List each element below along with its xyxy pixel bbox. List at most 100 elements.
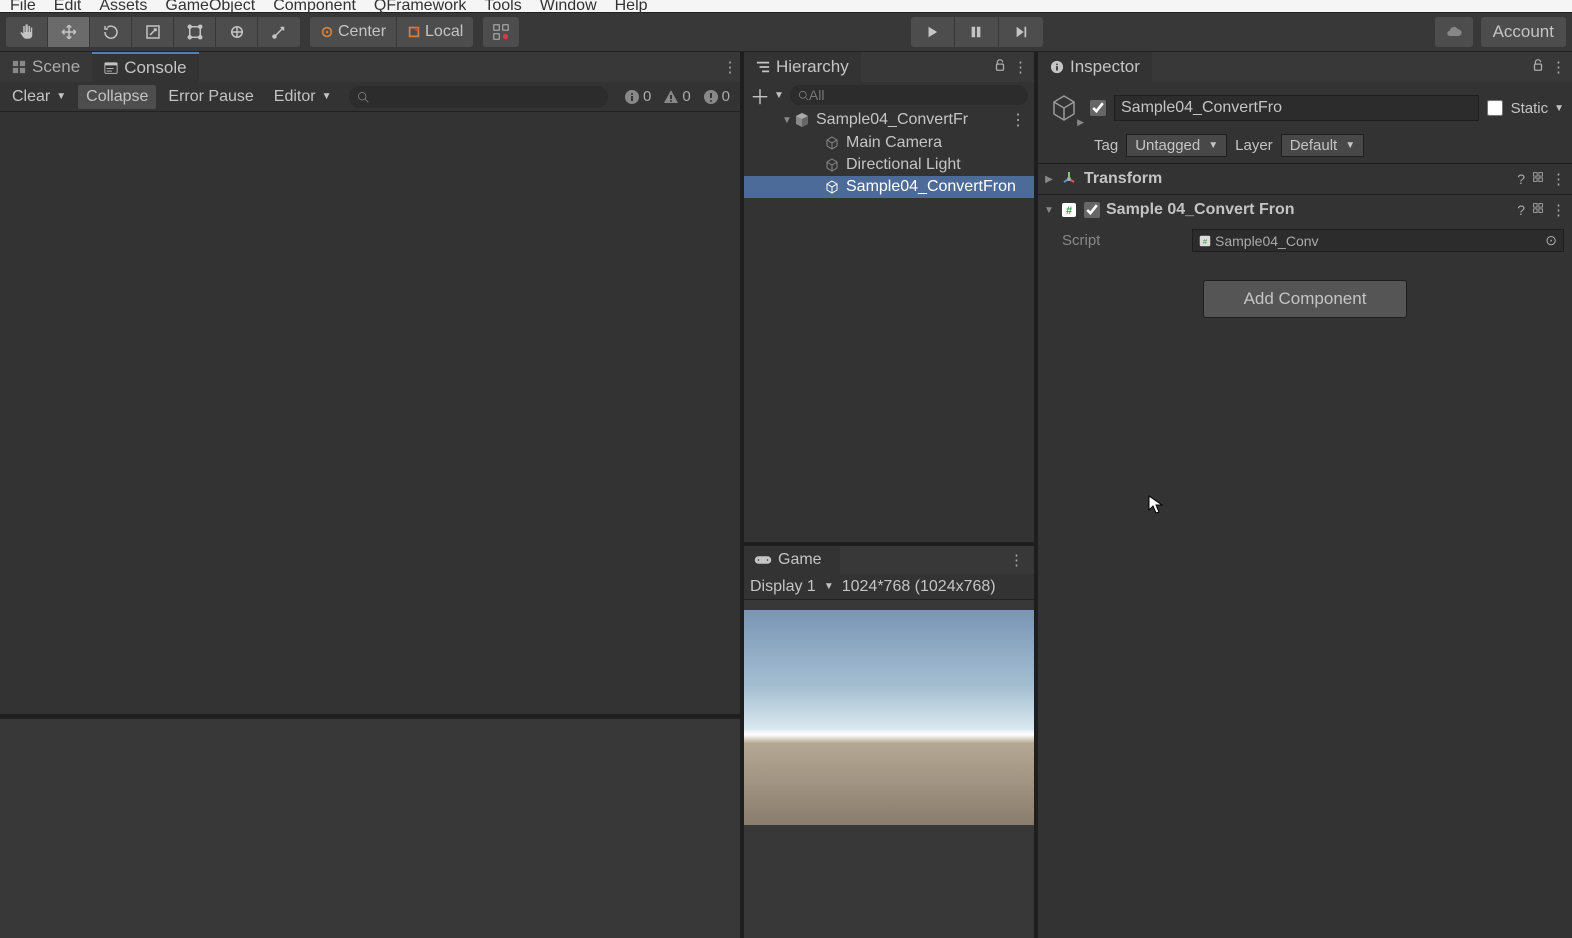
account-button[interactable]: Account bbox=[1481, 17, 1566, 47]
warn-count[interactable]: 0 bbox=[657, 88, 696, 105]
menu-window[interactable]: Window bbox=[540, 0, 597, 15]
tab-hierarchy[interactable]: Hierarchy bbox=[744, 52, 861, 82]
game-view bbox=[744, 600, 1034, 938]
scene-row[interactable]: ▼ Sample04_ConvertFr ⋮ bbox=[744, 108, 1034, 132]
hierarchy-item-camera[interactable]: Main Camera bbox=[744, 132, 1034, 154]
menu-gameobject[interactable]: GameObject bbox=[165, 0, 255, 15]
game-panel-menu[interactable]: ⋮ bbox=[1009, 551, 1034, 569]
collapse-button[interactable]: Collapse bbox=[78, 85, 156, 109]
gameobject-enabled-checkbox[interactable] bbox=[1090, 100, 1106, 116]
hierarchy-search-input[interactable] bbox=[809, 87, 1020, 103]
pause-button[interactable] bbox=[955, 17, 999, 47]
gameobject-icon bbox=[824, 179, 840, 195]
custom-tool[interactable] bbox=[258, 17, 300, 47]
foldout-icon[interactable]: ▼ bbox=[782, 115, 792, 126]
console-icon bbox=[104, 61, 118, 75]
display-dropdown[interactable]: Display 1▼ bbox=[750, 578, 834, 596]
script-enabled-checkbox[interactable] bbox=[1084, 202, 1100, 218]
component-menu[interactable]: ⋮ bbox=[1551, 170, 1566, 188]
snap-button[interactable] bbox=[483, 17, 519, 47]
play-controls bbox=[911, 17, 1043, 47]
cloud-button[interactable] bbox=[1435, 17, 1473, 47]
error-count[interactable]: 0 bbox=[697, 88, 736, 105]
preset-icon[interactable] bbox=[1531, 201, 1545, 219]
hierarchy-search[interactable] bbox=[790, 85, 1028, 105]
tab-console[interactable]: Console bbox=[92, 52, 198, 82]
panel-options[interactable]: ⋮ bbox=[720, 58, 740, 76]
hierarchy-panel: Hierarchy ⋮ ＋▼ ▼ Sample04_ConvertFr bbox=[744, 52, 1034, 542]
menu-file[interactable]: File bbox=[10, 0, 36, 15]
preset-icon[interactable] bbox=[1531, 170, 1545, 188]
foldout-icon[interactable]: ▼ bbox=[1044, 205, 1054, 216]
gamepad-icon bbox=[754, 554, 772, 566]
main-toolbar: Center Local Account bbox=[0, 12, 1572, 52]
hierarchy-item-sample[interactable]: Sample04_ConvertFron bbox=[744, 176, 1034, 198]
pivot-center-button[interactable]: Center bbox=[310, 17, 396, 47]
static-checkbox[interactable] bbox=[1487, 100, 1503, 116]
error-pause-button[interactable]: Error Pause bbox=[160, 85, 261, 109]
panel-menu[interactable]: ⋮ bbox=[1551, 58, 1566, 76]
info-icon bbox=[624, 89, 640, 105]
info-count[interactable]: 0 bbox=[618, 88, 657, 105]
console-body bbox=[0, 112, 740, 714]
editor-dropdown[interactable]: Editor▼ bbox=[266, 85, 340, 109]
hand-tool[interactable] bbox=[6, 17, 48, 47]
create-button[interactable]: ＋▼ bbox=[750, 81, 784, 110]
menu-edit[interactable]: Edit bbox=[54, 0, 82, 15]
object-picker-icon[interactable]: ⊙ bbox=[1545, 232, 1557, 249]
scene-icon bbox=[12, 60, 26, 74]
center-label: Center bbox=[338, 23, 386, 41]
hierarchy-item-light[interactable]: Directional Light bbox=[744, 154, 1034, 176]
scene-menu[interactable]: ⋮ bbox=[1010, 110, 1034, 130]
clear-button[interactable]: Clear▼ bbox=[4, 85, 74, 109]
foldout-icon[interactable]: ▶ bbox=[1044, 174, 1054, 185]
component-menu[interactable]: ⋮ bbox=[1551, 201, 1566, 219]
help-icon[interactable]: ? bbox=[1517, 171, 1525, 187]
resolution-dropdown[interactable]: 1024*768 (1024x768) bbox=[842, 578, 996, 596]
script-object-field[interactable]: # Sample04_Conv ⊙ bbox=[1192, 229, 1564, 252]
menu-component[interactable]: Component bbox=[273, 0, 356, 15]
search-icon bbox=[357, 91, 369, 103]
menu-qframework[interactable]: QFramework bbox=[374, 0, 466, 15]
scene-name: Sample04_ConvertFr bbox=[816, 111, 968, 129]
panel-menu[interactable]: ⋮ bbox=[1013, 58, 1028, 76]
tab-scene[interactable]: Scene bbox=[0, 52, 92, 82]
transform-tool[interactable] bbox=[216, 17, 258, 47]
cloud-icon bbox=[1444, 24, 1464, 40]
menu-tools[interactable]: Tools bbox=[484, 0, 521, 15]
tab-game[interactable]: Game bbox=[744, 546, 840, 574]
lock-icon[interactable] bbox=[1531, 58, 1545, 76]
script-component: ▼ # Sample 04_Convert Fron ? ⋮ Script # … bbox=[1038, 194, 1572, 260]
unity-scene-icon bbox=[794, 112, 810, 128]
local-label: Local bbox=[425, 23, 463, 41]
rect-tool[interactable] bbox=[174, 17, 216, 47]
tag-dropdown[interactable]: Untagged▼ bbox=[1126, 134, 1227, 157]
static-dropdown[interactable]: Static▼ bbox=[1511, 100, 1564, 117]
console-toolbar: Clear▼ Collapse Error Pause Editor▼ 0 0 bbox=[0, 82, 740, 112]
step-button[interactable] bbox=[999, 17, 1043, 47]
gameobject-large-icon[interactable]: ▶ bbox=[1046, 90, 1082, 126]
rotate-tool[interactable] bbox=[90, 17, 132, 47]
lock-icon[interactable] bbox=[993, 58, 1007, 76]
scale-tool[interactable] bbox=[132, 17, 174, 47]
layer-dropdown[interactable]: Default▼ bbox=[1281, 134, 1364, 157]
transform-icon bbox=[1060, 170, 1078, 188]
console-search-input[interactable] bbox=[369, 89, 599, 105]
menu-help[interactable]: Help bbox=[615, 0, 648, 15]
help-icon[interactable]: ? bbox=[1517, 202, 1525, 218]
script-comp-title: Sample 04_Convert Fron bbox=[1106, 201, 1511, 219]
hierarchy-tree: ▼ Sample04_ConvertFr ⋮ Main Camera Direc… bbox=[744, 108, 1034, 542]
tab-inspector[interactable]: Inspector bbox=[1038, 52, 1152, 82]
move-tool[interactable] bbox=[48, 17, 90, 47]
hierarchy-icon bbox=[756, 60, 770, 74]
menu-assets[interactable]: Assets bbox=[99, 0, 147, 15]
hierarchy-tab-label: Hierarchy bbox=[776, 57, 849, 77]
play-button[interactable] bbox=[911, 17, 955, 47]
game-panel: Game ⋮ Display 1▼ 1024*768 (1024x768) bbox=[744, 546, 1034, 938]
gameobject-name-input[interactable] bbox=[1114, 95, 1479, 121]
add-component-button[interactable]: Add Component bbox=[1203, 280, 1408, 318]
script-field-label: Script bbox=[1062, 232, 1182, 249]
pivot-local-button[interactable]: Local bbox=[396, 17, 473, 47]
console-search[interactable] bbox=[349, 86, 607, 108]
warning-icon bbox=[663, 89, 679, 105]
